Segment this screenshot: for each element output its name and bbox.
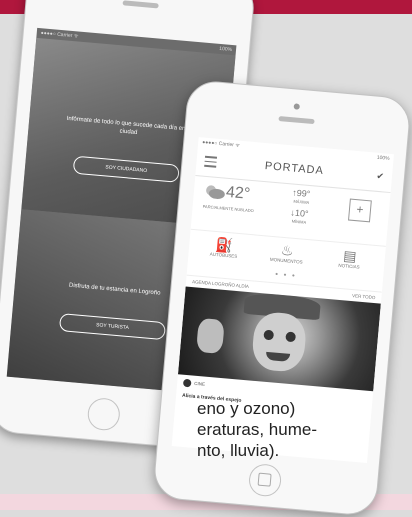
speaker	[122, 0, 159, 9]
carrier-label: ●●●●○ Carrier ᯤ	[40, 30, 79, 40]
cloud-icon	[206, 185, 225, 199]
speaker	[278, 116, 315, 125]
article-line: eno y ozono)	[197, 399, 296, 418]
temp-high: ↑99°	[291, 187, 311, 200]
category-icon	[182, 378, 192, 388]
article-text-tail: eno y ozono) eraturas, hume-nto, lluvia).	[197, 398, 317, 461]
event-photo[interactable]	[177, 286, 381, 392]
hand-shape	[195, 317, 225, 354]
temperature: 42°	[225, 183, 251, 203]
home-button[interactable]	[86, 396, 122, 432]
temp-low: ↓10°	[290, 207, 309, 219]
add-button[interactable]: +	[348, 198, 372, 223]
battery-label: 100%	[219, 45, 233, 53]
condition-label: PARCIALMENTE NUBLADO	[202, 203, 254, 214]
home-square-icon	[257, 472, 272, 487]
high-label: MÁXIMA	[293, 198, 310, 205]
category-badge: CINE	[182, 378, 206, 389]
camera-icon	[293, 103, 300, 110]
category-label: CINE	[194, 380, 206, 387]
check-icon[interactable]: ✔	[376, 171, 384, 183]
face-shape	[250, 310, 308, 374]
monuments-shortcut[interactable]: ♨ MONUMENTOS	[261, 240, 313, 265]
bus-shortcut[interactable]: ⛽ AUTOBUSES	[198, 235, 250, 260]
article-line: nto, lluvia).	[197, 441, 280, 460]
article-line: eraturas, hume-	[197, 420, 317, 439]
page-dots[interactable]: ● ● ●	[275, 271, 297, 279]
battery-label: 100%	[376, 154, 390, 162]
news-shortcut[interactable]: ▤ NOTICIAS	[324, 246, 376, 271]
see-all-link[interactable]: VER TODO	[352, 293, 376, 300]
low-label: MÍNIMA	[291, 218, 307, 225]
